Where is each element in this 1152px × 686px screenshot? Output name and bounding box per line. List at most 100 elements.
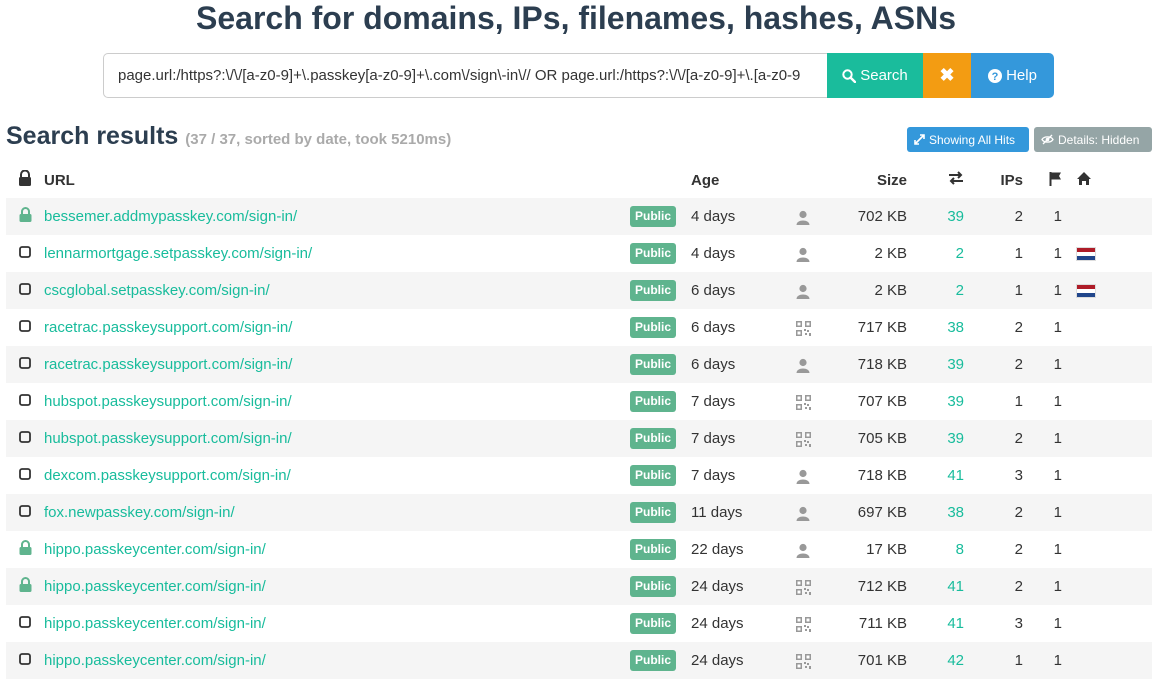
visibility-badge: Public	[630, 391, 677, 412]
ips-cell: 2	[964, 420, 1023, 457]
result-url-link[interactable]: dexcom.passkeysupport.com/sign-in/	[44, 467, 291, 484]
table-row[interactable]: hippo.passkeycenter.com/sign-in/Public 24…	[6, 642, 1152, 679]
requests-link[interactable]: 2	[956, 282, 964, 299]
table-row[interactable]: bessemer.addmypasskey.com/sign-in/Public…	[6, 198, 1152, 235]
requests-link[interactable]: 2	[956, 245, 964, 262]
count-cell: 1	[1053, 541, 1062, 558]
header-ips[interactable]: IPs	[964, 162, 1023, 198]
requests-link[interactable]: 39	[947, 393, 964, 410]
header-visibility	[630, 162, 691, 198]
requests-link[interactable]: 8	[956, 541, 964, 558]
size-cell: 711 KB	[858, 615, 907, 632]
search-button[interactable]: Search	[827, 53, 923, 98]
country-cell	[1062, 605, 1152, 642]
count-cell: 1	[1053, 319, 1062, 336]
table-row[interactable]: fox.newpasskey.com/sign-in/Public 11 days…	[6, 494, 1152, 531]
table-row[interactable]: racetrac.passkeysupport.com/sign-in/Publ…	[6, 309, 1152, 346]
count-cell: 1	[1023, 642, 1062, 679]
user-icon	[796, 358, 810, 373]
requests-link[interactable]: 38	[947, 319, 964, 336]
country-cell	[1062, 272, 1152, 309]
result-url-link[interactable]: racetrac.passkeysupport.com/sign-in/	[44, 319, 292, 336]
visibility-badge: Public	[630, 354, 677, 375]
count-cell: 1	[1023, 272, 1062, 309]
result-url-link[interactable]: cscglobal.setpasskey.com/sign-in/	[44, 282, 270, 299]
header-size[interactable]: Size	[836, 162, 907, 198]
age-cell: 7 days	[691, 420, 796, 457]
ips-cell: 1	[964, 642, 1023, 679]
result-url-link[interactable]: hippo.passkeycenter.com/sign-in/	[44, 615, 266, 632]
table-row[interactable]: hippo.passkeycenter.com/sign-in/Public 24…	[6, 568, 1152, 605]
showing-all-hits-button[interactable]: Showing All Hits	[907, 127, 1029, 152]
nl-flag-icon	[1076, 284, 1096, 299]
requests-link[interactable]: 41	[947, 615, 964, 632]
table-row[interactable]: racetrac.passkeysupport.com/sign-in/Publ…	[6, 346, 1152, 383]
age-cell: 6 days	[691, 319, 736, 336]
size-cell: 717 KB	[857, 319, 907, 336]
header-flag-icon[interactable]	[1023, 162, 1062, 198]
result-url-link[interactable]: racetrac.passkeysupport.com/sign-in/	[44, 356, 292, 373]
table-row[interactable]: lennarmortgage.setpasskey.com/sign-in/Pu…	[6, 235, 1152, 272]
requests-link[interactable]: 39	[947, 208, 964, 225]
showing-all-hits-label: Showing All Hits	[929, 132, 1016, 147]
results-title: Search results	[6, 122, 179, 150]
table-row[interactable]: cscglobal.setpasskey.com/sign-in/Public 6…	[6, 272, 1152, 309]
results-heading: Search results (37 / 37, sorted by date,…	[6, 119, 451, 157]
visibility-badge: Public	[630, 465, 677, 486]
table-header-row: URL Age Size IPs	[6, 162, 1152, 198]
visibility-badge: Public	[630, 539, 677, 560]
result-url-link[interactable]: hippo.passkeycenter.com/sign-in/	[44, 541, 266, 558]
details-toggle-button[interactable]: Details: Hidden	[1034, 127, 1152, 152]
user-icon	[796, 210, 810, 225]
age-cell: 6 days	[691, 272, 796, 309]
header-requests-icon[interactable]	[907, 162, 964, 198]
result-url-link[interactable]: hippo.passkeycenter.com/sign-in/	[44, 652, 266, 669]
requests-link[interactable]: 38	[947, 504, 964, 521]
size-cell: 718 KB	[836, 346, 907, 383]
requests-link[interactable]: 39	[947, 430, 964, 447]
ips-cell: 1	[964, 272, 1023, 309]
user-icon	[796, 469, 810, 484]
header-age[interactable]: Age	[691, 162, 796, 198]
table-row[interactable]: hubspot.passkeysupport.com/sign-in/Publi…	[6, 420, 1152, 457]
table-row[interactable]: hippo.passkeycenter.com/sign-in/Public 22…	[6, 531, 1152, 568]
country-cell	[1062, 198, 1152, 235]
result-url-link[interactable]: fox.newpasskey.com/sign-in/	[44, 504, 235, 521]
table-row[interactable]: hubspot.passkeysupport.com/sign-in/Publi…	[6, 383, 1152, 420]
question-circle-icon: ?	[988, 68, 1003, 83]
count-cell: 1	[1023, 568, 1062, 605]
result-url-link[interactable]: hubspot.passkeysupport.com/sign-in/	[44, 430, 292, 447]
close-icon: ✖	[939, 65, 955, 85]
eye-slash-icon	[1041, 134, 1054, 145]
country-cell	[1062, 531, 1152, 568]
result-url-link[interactable]: lennarmortgage.setpasskey.com/sign-in/	[44, 245, 312, 262]
header-url[interactable]: URL	[44, 162, 630, 198]
ips-cell: 2	[1014, 541, 1023, 558]
requests-link[interactable]: 41	[947, 467, 964, 484]
result-url-link[interactable]: bessemer.addmypasskey.com/sign-in/	[44, 208, 297, 225]
details-label: Details: Hidden	[1058, 132, 1140, 147]
requests-link[interactable]: 39	[947, 356, 964, 373]
clear-button[interactable]: ✖	[923, 53, 971, 98]
requests-link[interactable]: 42	[947, 652, 964, 669]
size-cell: 702 KB	[836, 198, 907, 235]
qrcode-icon	[796, 653, 811, 669]
user-icon	[796, 543, 810, 558]
age-cell: 24 days	[691, 615, 744, 632]
table-row[interactable]: dexcom.passkeysupport.com/sign-in/Public…	[6, 457, 1152, 494]
help-button[interactable]: ? Help	[971, 53, 1054, 98]
lock-icon	[6, 198, 44, 235]
result-url-link[interactable]: hippo.passkeycenter.com/sign-in/	[44, 578, 266, 595]
unlocked-checkbox-icon	[6, 272, 44, 309]
requests-link[interactable]: 41	[947, 578, 964, 595]
visibility-badge: Public	[630, 428, 677, 449]
result-url-link[interactable]: hubspot.passkeysupport.com/sign-in/	[44, 393, 292, 410]
country-cell	[1062, 383, 1152, 420]
table-row[interactable]: hippo.passkeycenter.com/sign-in/Public 24…	[6, 605, 1152, 642]
size-cell: 712 KB	[836, 568, 907, 605]
unlocked-checkbox-icon	[6, 420, 44, 457]
header-home-icon[interactable]	[1062, 162, 1152, 198]
ips-cell: 3	[1014, 615, 1023, 632]
search-input[interactable]	[103, 53, 827, 98]
size-cell: 17 KB	[866, 541, 907, 558]
